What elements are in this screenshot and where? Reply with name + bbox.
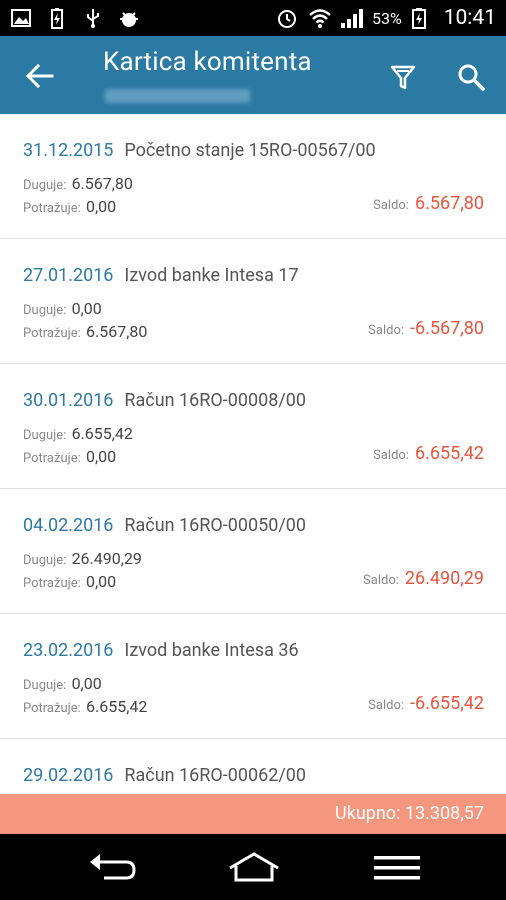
balance-value: -6.655,42 bbox=[410, 693, 484, 714]
entry-description: Izvod banke Intesa 36 bbox=[124, 640, 299, 661]
entry-date: 04.02.2016 bbox=[23, 515, 114, 536]
battery-icon bbox=[411, 7, 434, 29]
debit-value: 0,00 bbox=[71, 299, 102, 318]
status-bar: 53% 10:41 bbox=[0, 0, 506, 36]
debit-label: Duguje: bbox=[23, 178, 67, 193]
total-amount: Ukupno: 13.308,57 bbox=[335, 803, 484, 824]
battery-percent: 53% bbox=[372, 8, 402, 28]
debit-value: 6.655,42 bbox=[71, 424, 133, 443]
usb-icon bbox=[82, 7, 104, 29]
entry-description: Račun 16RO-00008/00 bbox=[124, 390, 306, 411]
back-arrow-icon[interactable] bbox=[22, 58, 58, 94]
list-item[interactable]: 27.01.2016 Izvod banke Intesa 17 Duguje: … bbox=[0, 239, 506, 364]
credit-label: Potražuje: bbox=[23, 701, 81, 716]
entry-date: 29.02.2016 bbox=[23, 765, 114, 786]
list-item[interactable]: 29.02.2016 Račun 16RO-00062/00 bbox=[0, 739, 506, 794]
balance-label: Saldo: bbox=[373, 448, 409, 463]
clock: 10:41 bbox=[443, 6, 496, 30]
credit-value: 0,00 bbox=[86, 572, 117, 591]
credit-value: 6.655,42 bbox=[86, 697, 148, 716]
signal-icon bbox=[340, 7, 363, 29]
page-title: Kartica komitenta bbox=[103, 47, 312, 77]
debit-label: Duguje: bbox=[23, 303, 67, 318]
entry-description: Izvod banke Intesa 17 bbox=[124, 265, 299, 286]
home-nav-icon[interactable] bbox=[226, 852, 282, 884]
list-item[interactable]: 30.01.2016 Račun 16RO-00008/00 Duguje: 6.… bbox=[0, 364, 506, 489]
search-icon[interactable] bbox=[456, 62, 486, 92]
entry-description: Račun 16RO-00062/00 bbox=[124, 765, 306, 786]
app-bar: Kartica komitenta bbox=[0, 36, 506, 114]
balance-value: 6.567,80 bbox=[415, 193, 484, 214]
entry-date: 23.02.2016 bbox=[23, 640, 114, 661]
list-item[interactable]: 31.12.2015 Početno stanje 15RO-00567/00 D… bbox=[0, 114, 506, 239]
credit-label: Potražuje: bbox=[23, 576, 81, 591]
page-subtitle-redacted bbox=[105, 89, 250, 103]
entry-date: 27.01.2016 bbox=[23, 265, 114, 286]
back-nav-icon[interactable] bbox=[84, 852, 140, 884]
debit-value: 26.490,29 bbox=[71, 549, 142, 568]
credit-value: 0,00 bbox=[86, 197, 117, 216]
balance-value: 6.655,42 bbox=[415, 443, 484, 464]
filter-icon[interactable] bbox=[388, 62, 418, 92]
balance-value: -6.567,80 bbox=[410, 318, 484, 339]
balance-label: Saldo: bbox=[363, 573, 399, 588]
debit-value: 6.567,80 bbox=[71, 174, 133, 193]
android-debug-icon bbox=[118, 7, 140, 29]
entry-date: 30.01.2016 bbox=[23, 390, 114, 411]
debit-value: 0,00 bbox=[71, 674, 102, 693]
total-bar: Ukupno: 13.308,57 bbox=[0, 794, 506, 834]
balance-label: Saldo: bbox=[368, 323, 405, 338]
credit-value: 6.567,80 bbox=[86, 322, 148, 341]
entry-description: Račun 16RO-00050/00 bbox=[124, 515, 306, 536]
menu-nav-icon[interactable] bbox=[370, 852, 426, 884]
alarm-icon bbox=[276, 7, 298, 29]
credit-label: Potražuje: bbox=[23, 326, 81, 341]
system-nav-bar bbox=[0, 834, 506, 900]
list-item[interactable]: 04.02.2016 Račun 16RO-00050/00 Duguje: 26… bbox=[0, 489, 506, 614]
entry-description: Početno stanje 15RO-00567/00 bbox=[124, 140, 376, 161]
balance-label: Saldo: bbox=[373, 198, 409, 213]
battery-charge-icon bbox=[46, 7, 68, 29]
debit-label: Duguje: bbox=[23, 678, 67, 693]
debit-label: Duguje: bbox=[23, 428, 67, 443]
list-item[interactable]: 23.02.2016 Izvod banke Intesa 36 Duguje: … bbox=[0, 614, 506, 739]
entry-date: 31.12.2015 bbox=[23, 140, 114, 161]
balance-value: 26.490,29 bbox=[404, 568, 484, 589]
credit-label: Potražuje: bbox=[23, 201, 81, 216]
wifi-icon bbox=[308, 7, 331, 29]
transaction-list[interactable]: 31.12.2015 Početno stanje 15RO-00567/00 D… bbox=[0, 114, 506, 794]
credit-value: 0,00 bbox=[86, 447, 117, 466]
debit-label: Duguje: bbox=[23, 553, 67, 568]
balance-label: Saldo: bbox=[368, 698, 405, 713]
credit-label: Potražuje: bbox=[23, 451, 81, 466]
image-icon bbox=[10, 7, 32, 29]
